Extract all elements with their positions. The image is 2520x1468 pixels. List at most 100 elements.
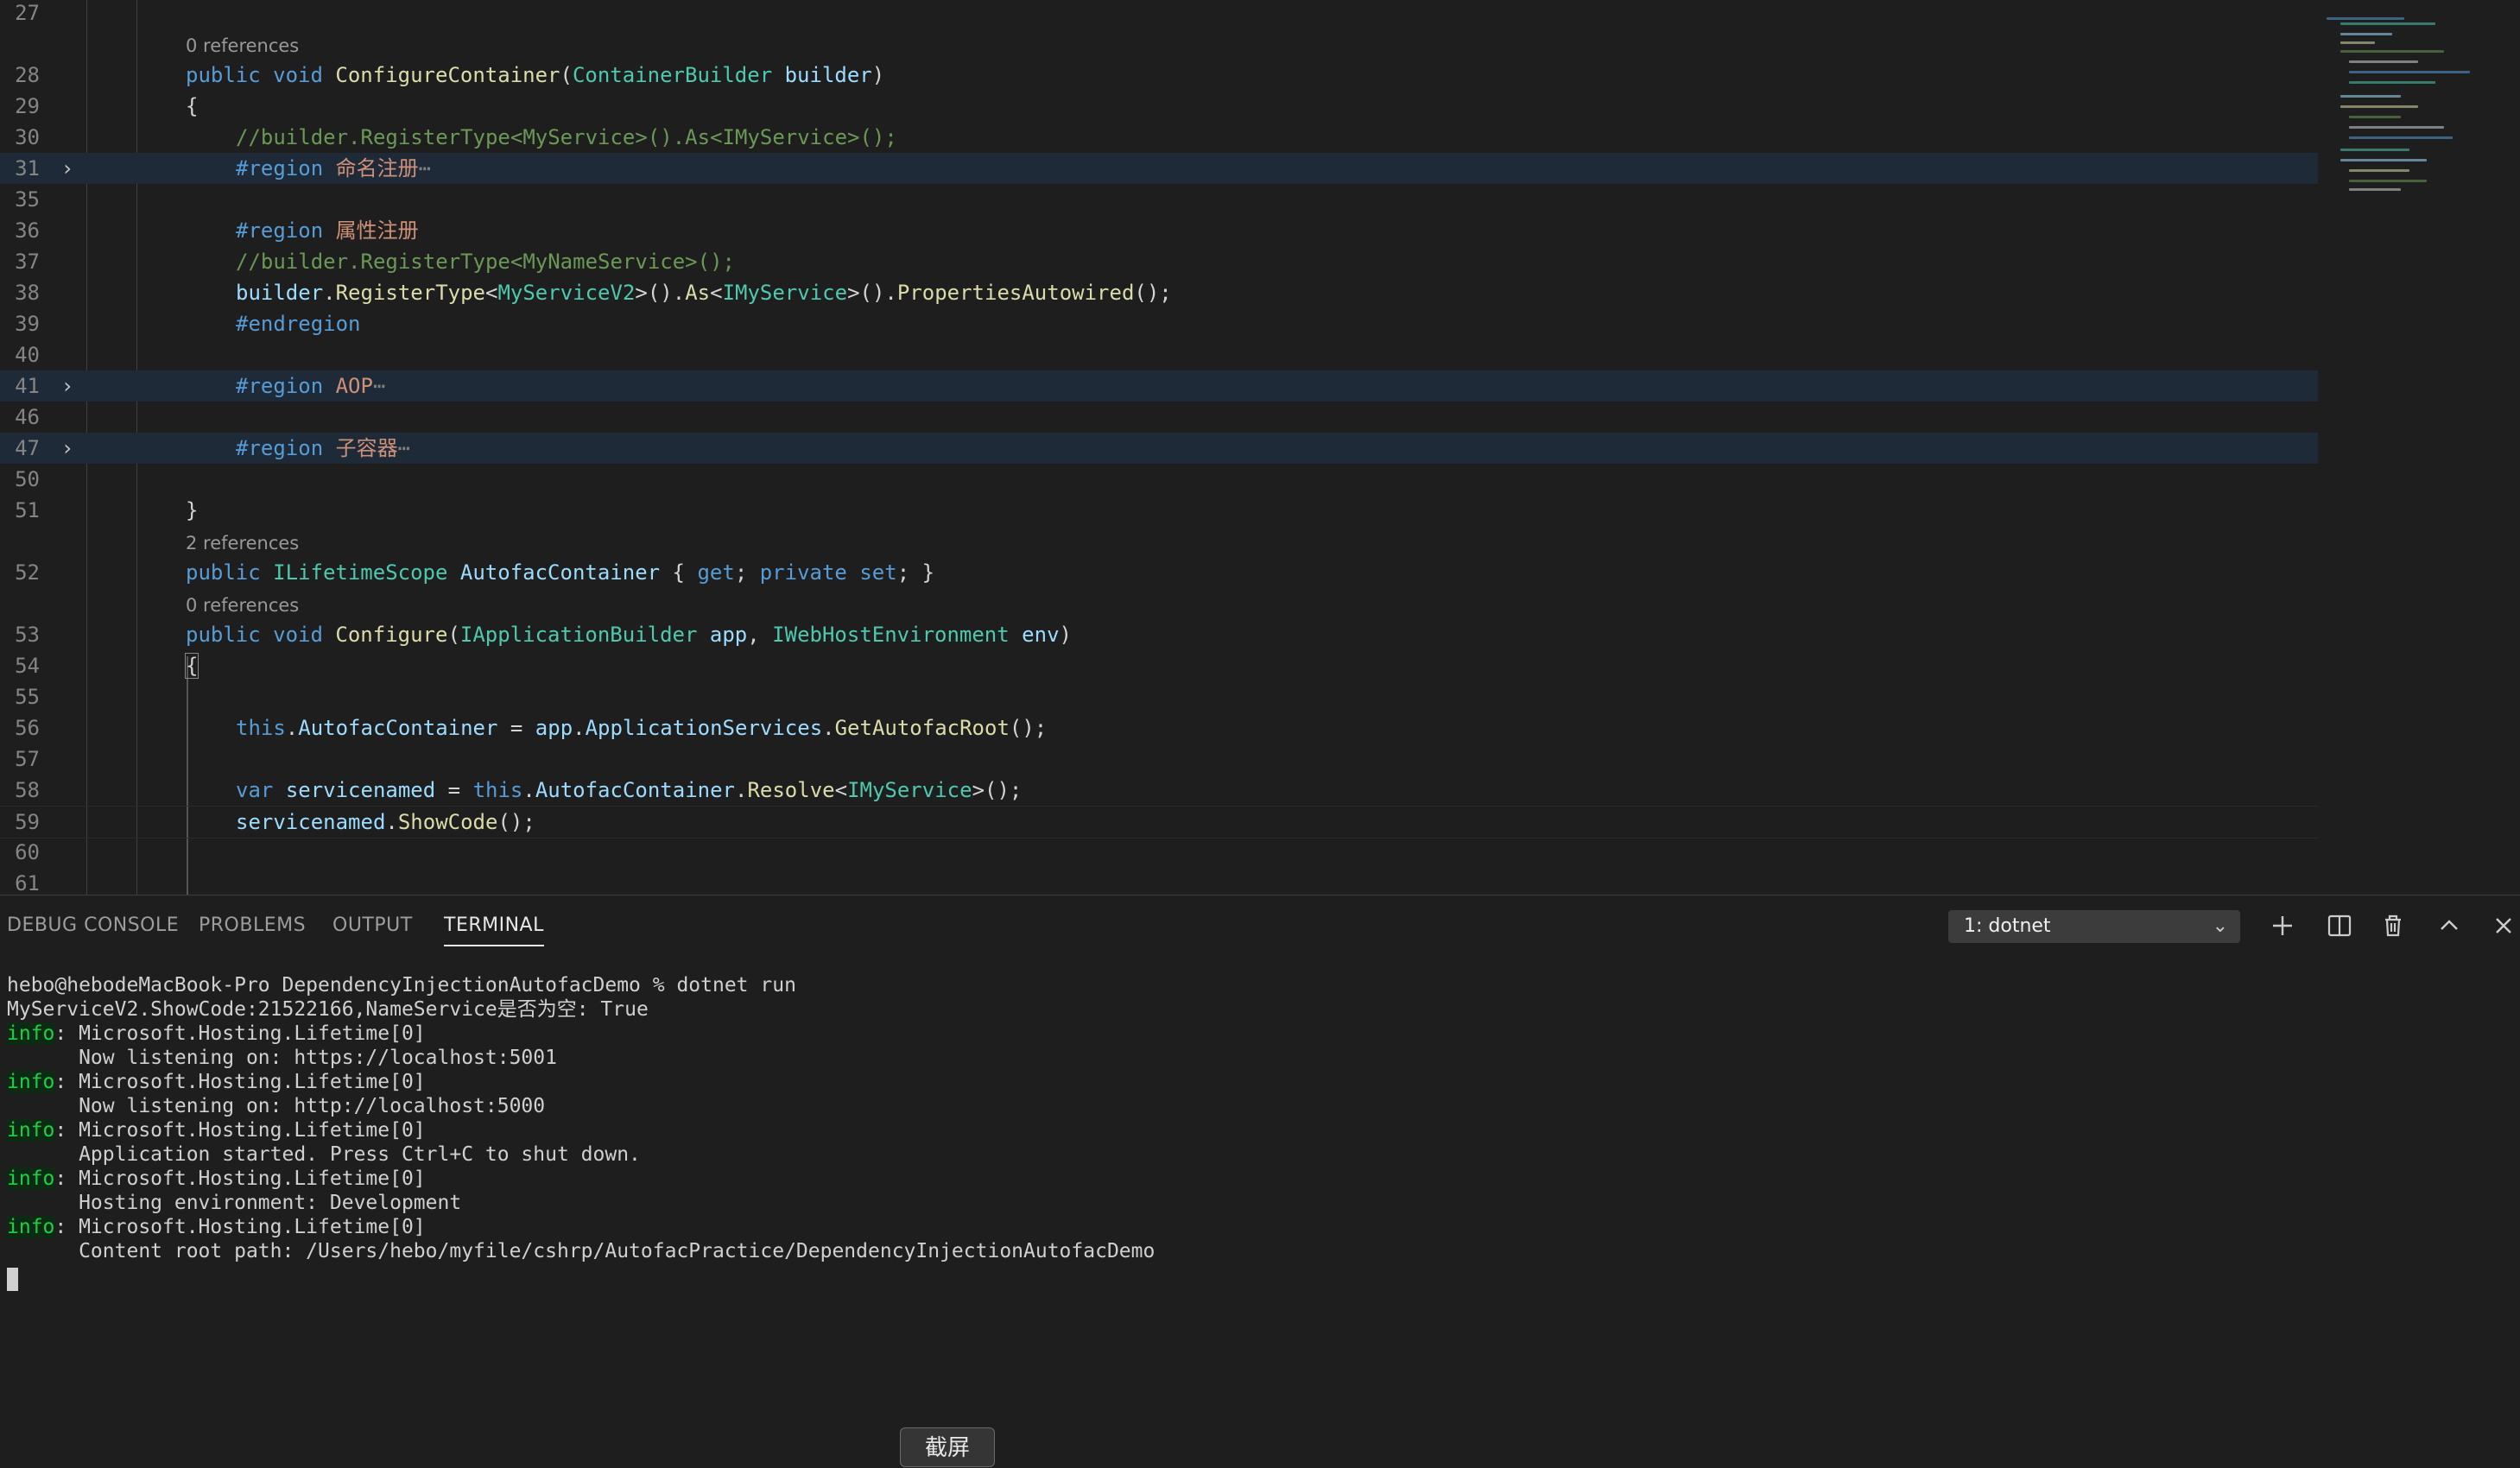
- code-line[interactable]: 37 //builder.RegisterType<MyNameService>(…: [0, 246, 2318, 277]
- code-line[interactable]: 50: [0, 464, 2318, 495]
- terminal-line: hebo@hebodeMacBook-Pro DependencyInjecti…: [7, 973, 1155, 997]
- code-line[interactable]: 28 public void ConfigureContainer(Contain…: [0, 60, 2318, 91]
- terminal-text: MyServiceV2.ShowCode:21522166,NameServic…: [7, 998, 649, 1021]
- terminal-line: MyServiceV2.ShowCode:21522166,NameServic…: [7, 997, 1155, 1022]
- codelens-references[interactable]: 2 references: [186, 528, 299, 559]
- code-text: }: [186, 495, 198, 526]
- code-line[interactable]: 52 public ILifetimeScope AutofacContainer…: [0, 557, 2318, 588]
- code-token: #region: [236, 218, 324, 243]
- minimap-line: [2349, 81, 2435, 84]
- code-text: {: [184, 650, 199, 681]
- code-token: =: [435, 778, 473, 802]
- code-line[interactable]: 40: [0, 339, 2318, 370]
- code-line[interactable]: 59 servicenamed.ShowCode();: [0, 806, 2318, 838]
- code-line[interactable]: 35: [0, 184, 2318, 215]
- code-token: .: [735, 778, 748, 802]
- code-text: #region AOP⋯: [236, 370, 385, 402]
- codelens-references[interactable]: 0 references: [186, 590, 299, 621]
- minimap-line: [2349, 136, 2453, 139]
- terminal-line: info: Microsoft.Hosting.Lifetime[0]: [7, 1215, 1155, 1239]
- code-line[interactable]: 58 var servicenamed = this.AutofacContain…: [0, 775, 2318, 806]
- terminal-selector[interactable]: 1: dotnet ⌄: [1948, 910, 2240, 943]
- line-number: 46: [15, 405, 40, 429]
- minimap-line: [2340, 50, 2444, 53]
- code-token: #region: [236, 436, 324, 460]
- minimap[interactable]: [2323, 0, 2520, 207]
- folded-ellipsis-icon[interactable]: ⋯: [373, 374, 385, 398]
- code-line[interactable]: 29 {: [0, 91, 2318, 122]
- code-line[interactable]: 54 {: [0, 650, 2318, 681]
- line-number: 55: [15, 685, 40, 709]
- code-token: {: [184, 653, 199, 679]
- code-line[interactable]: 47 › #region 子容器⋯: [0, 433, 2318, 464]
- close-icon[interactable]: [2489, 911, 2518, 940]
- code-line[interactable]: 38 builder.RegisterType<MyServiceV2>().As…: [0, 277, 2318, 308]
- code-text: #endregion: [236, 308, 361, 339]
- minimap-line: [2340, 159, 2427, 161]
- terminal-text: : Microsoft.Hosting.Lifetime[0]: [54, 1119, 426, 1142]
- code-text: #region 属性注册: [236, 215, 419, 246]
- chevron-right-icon[interactable]: ›: [57, 153, 78, 184]
- code-line[interactable]: 61: [0, 868, 2318, 895]
- tab-output[interactable]: OUTPUT: [332, 914, 413, 936]
- split-icon[interactable]: [2325, 911, 2354, 940]
- code-text: {: [186, 91, 198, 122]
- line-number: 51: [15, 498, 40, 522]
- line-number: 36: [15, 218, 40, 243]
- code-line[interactable]: 46: [0, 402, 2318, 433]
- code-token: >().: [635, 281, 686, 305]
- code-line[interactable]: 41 › #region AOP⋯: [0, 370, 2318, 402]
- codelens-references[interactable]: 0 references: [186, 30, 299, 61]
- line-number: 47: [15, 436, 40, 460]
- tab-problems[interactable]: PROBLEMS: [199, 914, 306, 936]
- chevron-right-icon[interactable]: ›: [57, 433, 78, 464]
- tab-debug-console[interactable]: DEBUG CONSOLE: [7, 914, 179, 936]
- code-line[interactable]: 39 #endregion: [0, 308, 2318, 339]
- code-line[interactable]: 31 › #region 命名注册⋯: [0, 153, 2318, 184]
- tab-terminal[interactable]: TERMINAL: [444, 914, 544, 946]
- folded-ellipsis-icon[interactable]: ⋯: [398, 436, 410, 460]
- code-token: ();: [1134, 281, 1172, 305]
- minimap-line: [2340, 105, 2418, 108]
- folded-ellipsis-icon[interactable]: ⋯: [419, 156, 431, 180]
- screenshot-button[interactable]: 截屏: [900, 1427, 995, 1467]
- code-token: (: [447, 623, 460, 647]
- terminal-line: Now listening on: http://localhost:5000: [7, 1094, 1155, 1118]
- chevron-right-icon[interactable]: ›: [57, 370, 78, 402]
- line-number: 54: [15, 654, 40, 678]
- code-line[interactable]: 53 public void Configure(IApplicationBuil…: [0, 619, 2318, 650]
- minimap-line: [2327, 17, 2404, 20]
- minimap-line: [2349, 188, 2401, 191]
- terminal-text: : Microsoft.Hosting.Lifetime[0]: [54, 1022, 426, 1045]
- log-level-badge: info: [7, 1167, 55, 1190]
- code-token: (: [560, 63, 573, 87]
- terminal-line: info: Microsoft.Hosting.Lifetime[0]: [7, 1118, 1155, 1142]
- code-token: <: [710, 281, 723, 305]
- code-editor[interactable]: 27 0 references 28 public void ConfigureCon…: [0, 0, 2520, 895]
- code-token: ShowCode: [397, 810, 498, 834]
- line-number: 38: [15, 281, 40, 305]
- code-line[interactable]: 57: [0, 743, 2318, 775]
- terminal-prompt-line[interactable]: [7, 1267, 1155, 1291]
- code-line[interactable]: 56 this.AutofacContainer = app.Applicatio…: [0, 712, 2318, 743]
- code-token: var: [236, 778, 274, 802]
- code-line[interactable]: 36 #region 属性注册: [0, 215, 2318, 246]
- code-token: }: [186, 498, 199, 522]
- trash-icon[interactable]: [2378, 911, 2408, 940]
- terminal-text: Content root path: /Users/hebo/myfile/cs…: [7, 1240, 1156, 1262]
- code-token: get: [697, 560, 735, 585]
- code-line[interactable]: 30 //builder.RegisterType<MyService>().As…: [0, 122, 2318, 153]
- code-line[interactable]: 27: [0, 0, 2318, 28]
- code-line[interactable]: 55: [0, 681, 2318, 712]
- terminal-output[interactable]: hebo@hebodeMacBook-Pro DependencyInjecti…: [7, 973, 1155, 1291]
- code-token: >();: [972, 778, 1023, 802]
- plus-icon[interactable]: [2268, 911, 2297, 940]
- code-line[interactable]: 60: [0, 837, 2318, 868]
- code-line[interactable]: 51}: [0, 495, 2318, 526]
- chevron-up-icon[interactable]: [2435, 911, 2464, 940]
- line-number: 31: [15, 156, 40, 180]
